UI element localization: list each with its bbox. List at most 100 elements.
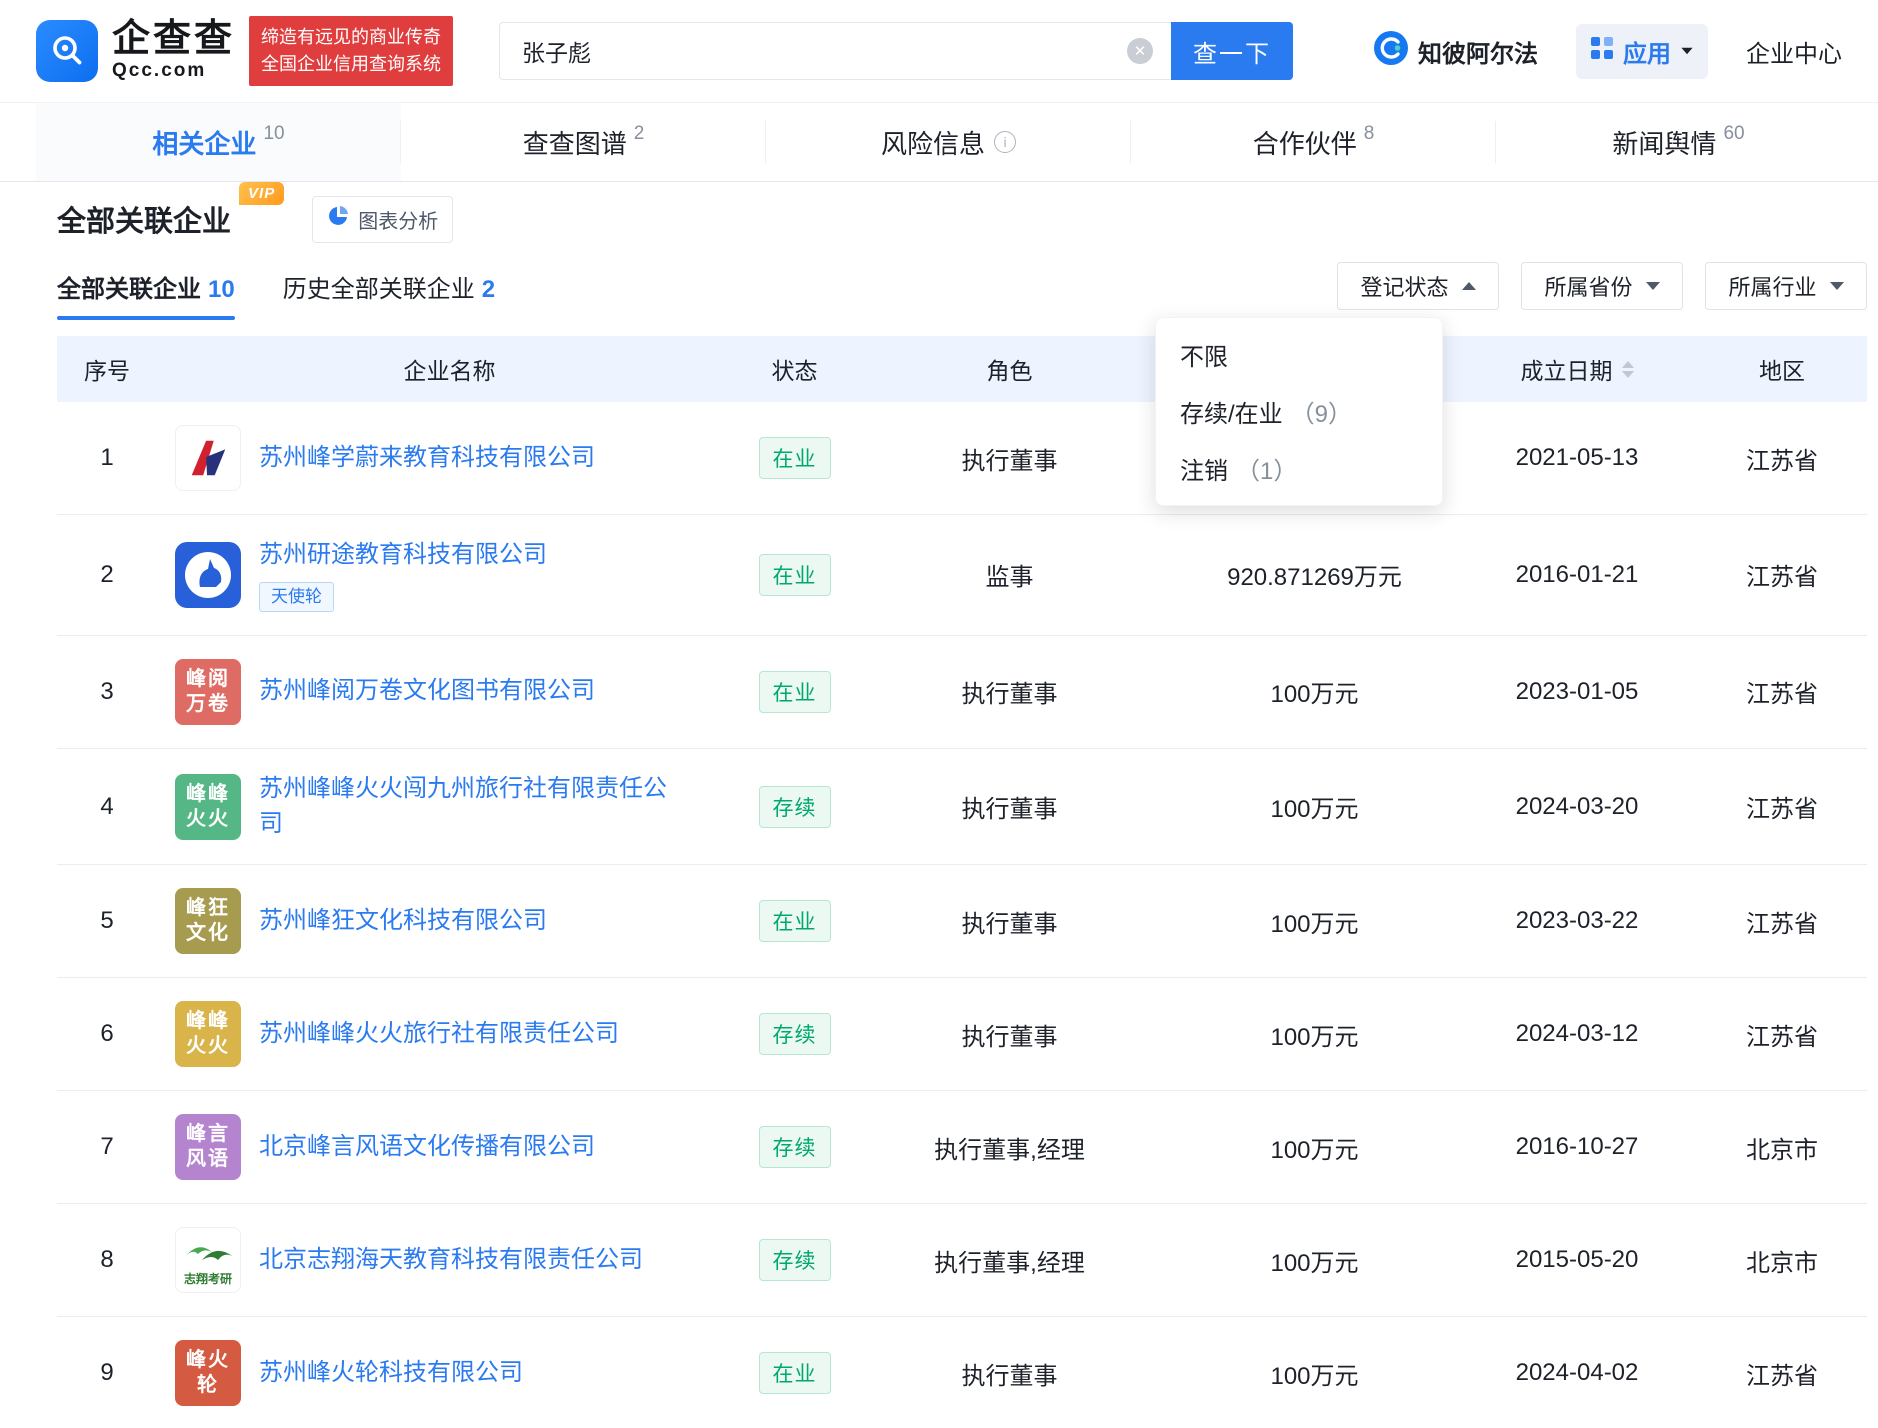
zhibi-alpha-link[interactable]: 知彼阿尔法 — [1374, 30, 1538, 72]
cell-region: 江苏省 — [1746, 796, 1818, 824]
col-header-region: 地区 — [1759, 358, 1805, 384]
cell-status: 存续 — [742, 1239, 847, 1282]
col-header-date[interactable]: 成立日期 — [1457, 352, 1697, 386]
chevron-up-icon — [1461, 282, 1476, 290]
company-name-link[interactable]: 苏州峰火轮科技有限公司 — [259, 1356, 523, 1391]
cell-date: 2023-01-05 — [1515, 677, 1639, 705]
tab-count: 2 — [633, 123, 645, 144]
col-header-name: 企业名称 — [403, 358, 496, 384]
filter-province[interactable]: 所属省份 — [1521, 262, 1683, 310]
cell-name: 峰阅 万卷 苏州峰阅万卷文化图书有限公司 — [157, 658, 742, 725]
chart-analysis-label: 图表分析 — [358, 210, 439, 233]
tab-related-companies[interactable]: 相关企业 10 — [36, 103, 401, 181]
company-logo — [175, 425, 241, 491]
cell-role: 执行董事,经理 — [934, 1249, 1085, 1277]
option-count: （1） — [1236, 458, 1298, 485]
zhibi-alpha-icon — [1374, 30, 1408, 72]
company-logo: 峰言 风语 — [175, 1114, 241, 1181]
cell-capital: 100万元 — [1270, 1249, 1359, 1277]
company-name-link[interactable]: 北京志翔海天教育科技有限责任公司 — [259, 1243, 643, 1278]
filter-industry[interactable]: 所属行业 — [1705, 262, 1867, 310]
tab-partners[interactable]: 合作伙伴 8 — [1131, 103, 1496, 181]
cell-no: 1 — [100, 444, 114, 471]
filter-registration-status[interactable]: 登记状态 — [1337, 262, 1499, 310]
tab-chart-graph[interactable]: 查查图谱 2 — [401, 103, 766, 181]
apps-menu[interactable]: 应用 — [1576, 23, 1708, 79]
header: 企查查 Qcc.com 缔造有远见的商业传奇 全国企业信用查询系统 ✕ 查一下 … — [0, 0, 1878, 103]
tab-label: 新闻舆情 — [1612, 128, 1717, 159]
cell-capital: 920.871269万元 — [1227, 564, 1402, 592]
zhibi-alpha-label: 知彼阿尔法 — [1418, 40, 1538, 68]
qcc-logo[interactable]: 企查查 Qcc.com — [36, 19, 235, 82]
cell-region: 北京市 — [1746, 1136, 1818, 1164]
col-header-no: 序号 — [84, 358, 130, 384]
cell-capital: 100万元 — [1270, 796, 1359, 824]
clear-search-icon[interactable]: ✕ — [1127, 38, 1154, 64]
table-row: 3 峰阅 万卷 苏州峰阅万卷文化图书有限公司 在业 执行董事 100万元 2023-01-05… — [57, 636, 1867, 749]
content: 全部关联企业 VIP 图表分析 全部关联企业 10 历史全部关联企业 2 登记状态 所属… — [0, 182, 1878, 1428]
chart-analysis-button[interactable]: 图表分析 — [312, 195, 454, 243]
cell-no: 8 — [100, 1246, 114, 1274]
company-name-link[interactable]: 苏州峰狂文化科技有限公司 — [259, 904, 547, 939]
table-row: 2 苏州研途教育科技有限公司 天使轮 在业 监事 920.871269万元 2016-01-… — [57, 515, 1867, 636]
cell-role: 执行董事 — [961, 910, 1058, 938]
cell-name: 峰峰 火火 苏州峰峰火火闯九州旅行社有限责任公司 — [157, 772, 742, 842]
cell-no: 2 — [100, 560, 114, 588]
cell-region: 江苏省 — [1746, 1023, 1818, 1051]
cell-date: 2024-03-20 — [1515, 792, 1639, 820]
search-input[interactable] — [500, 23, 1172, 79]
tab-risk-info[interactable]: 风险信息 i — [766, 103, 1131, 181]
vip-badge: VIP — [239, 182, 285, 205]
table-header: 序号 企业名称 状态 角色 成立日期 地区 — [57, 336, 1867, 402]
chevron-down-icon — [1681, 47, 1693, 55]
info-icon: i — [994, 131, 1016, 153]
subtab-label: 历史全部关联企业 — [282, 275, 475, 303]
company-name-link[interactable]: 苏州峰阅万卷文化图书有限公司 — [259, 674, 595, 709]
company-name-link[interactable]: 苏州研途教育科技有限公司 — [259, 538, 547, 573]
cell-name: 峰言 风语 北京峰言风语文化传播有限公司 — [157, 1114, 742, 1181]
subtab-all-related[interactable]: 全部关联企业 10 — [57, 269, 235, 320]
company-name-link[interactable]: 苏州峰学蔚来教育科技有限公司 — [259, 441, 595, 476]
cell-name: 峰峰 火火 苏州峰峰火火旅行社有限责任公司 — [157, 1001, 742, 1068]
search-button[interactable]: 查一下 — [1171, 22, 1294, 80]
cell-region: 江苏省 — [1746, 1362, 1818, 1390]
status-badge: 存续 — [758, 1239, 831, 1282]
cell-name: 峰火轮苏州峰火轮科技有限公司 — [157, 1340, 742, 1407]
dropdown-option[interactable]: 存续/在业 （9） — [1156, 383, 1442, 440]
cell-role: 执行董事 — [961, 681, 1058, 709]
cell-capital: 100万元 — [1270, 910, 1359, 938]
dropdown-option[interactable]: 不限 — [1156, 326, 1442, 383]
option-count: （9） — [1290, 401, 1353, 428]
company-logo: 峰火轮 — [175, 1340, 241, 1407]
company-logo: 志翔考研 — [175, 1227, 241, 1294]
company-name-link[interactable]: 苏州峰峰火火旅行社有限责任公司 — [259, 1017, 619, 1052]
enterprise-center-link[interactable]: 企业中心 — [1746, 34, 1842, 69]
sort-icon[interactable] — [1621, 360, 1634, 378]
cell-status: 存续 — [742, 1013, 847, 1056]
subtab-count: 10 — [208, 275, 235, 303]
cell-no: 4 — [100, 792, 114, 820]
cell-region: 江苏省 — [1746, 564, 1818, 592]
header-right: 知彼阿尔法 应用 企业中心 — [1374, 23, 1842, 79]
cell-no: 5 — [100, 907, 114, 935]
apps-grid-icon — [1590, 36, 1614, 67]
subtab-history-related[interactable]: 历史全部关联企业 2 — [283, 269, 495, 304]
status-badge: 存续 — [758, 1013, 831, 1056]
cell-date: 2024-04-02 — [1515, 1359, 1639, 1387]
subtab-bar: 全部关联企业 10 历史全部关联企业 2 — [57, 269, 543, 320]
status-badge: 在业 — [758, 1352, 831, 1395]
cell-role: 执行董事,经理 — [934, 1136, 1085, 1164]
cell-status: 存续 — [742, 1126, 847, 1169]
main-tabs: 相关企业 10 查查图谱 2 风险信息 i 合作伙伴 8 新闻舆情 60 — [0, 103, 1878, 182]
cell-region: 江苏省 — [1746, 681, 1818, 709]
company-logo: 峰阅 万卷 — [175, 658, 241, 725]
search-input-wrap: ✕ — [499, 22, 1172, 80]
tab-news-sentiment[interactable]: 新闻舆情 60 — [1496, 103, 1861, 181]
company-name-link[interactable]: 北京峰言风语文化传播有限公司 — [259, 1130, 595, 1165]
option-label: 存续/在业 — [1180, 401, 1283, 428]
company-name-link[interactable]: 苏州峰峰火火闯九州旅行社有限责任公司 — [259, 772, 679, 842]
dropdown-option[interactable]: 注销 （1） — [1156, 440, 1442, 497]
tab-count: 10 — [263, 123, 285, 144]
cell-capital: 100万元 — [1270, 1136, 1359, 1164]
cell-date: 2021-05-13 — [1515, 444, 1639, 471]
